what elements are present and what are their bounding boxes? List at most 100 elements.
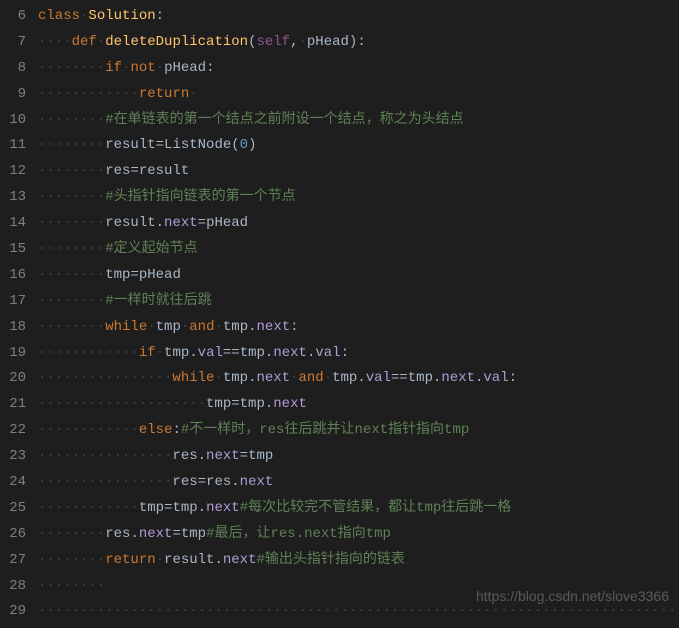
line-number: 25 (4, 496, 26, 522)
token-op: . (198, 448, 206, 464)
token-prop: val (198, 345, 223, 361)
token-self: self (256, 34, 290, 50)
token-ws: ············ (38, 422, 139, 438)
token-ws: ················ (38, 370, 172, 386)
token-ident: tmp (105, 267, 130, 283)
token-cmt: #定义起始节点 (105, 241, 197, 257)
token-cmt: #头指针指向链表的第一个节点 (105, 189, 295, 205)
token-op: = (240, 448, 248, 464)
code-line[interactable]: ········#一样时就往后跳 (38, 289, 679, 315)
code-line[interactable]: ········while·tmp·and·tmp.next: (38, 315, 679, 341)
code-line[interactable]: ········res.next=tmp#最后，让res.next指向tmp (38, 522, 679, 548)
line-number: 14 (4, 211, 26, 237)
line-number: 28 (4, 574, 26, 600)
line-number: 19 (4, 341, 26, 367)
token-prop: val (366, 370, 391, 386)
code-line[interactable]: ········res=result (38, 159, 679, 185)
token-ident: tmp (139, 500, 164, 516)
token-ident: result (139, 163, 189, 179)
token-op: . (214, 552, 222, 568)
token-cls: Solution (88, 8, 155, 24)
token-ident: tmp (156, 319, 181, 335)
token-ident: pHead (164, 60, 206, 76)
code-line[interactable]: ············return· (38, 82, 679, 108)
token-prop: next (164, 215, 198, 231)
token-prop: val (315, 345, 340, 361)
code-line[interactable]: ············if·tmp.val==tmp.next.val: (38, 341, 679, 367)
code-line[interactable]: ················while·tmp.next·and·tmp.v… (38, 366, 679, 392)
token-cmt: #不一样时，res往后跳并让next指针指向tmp (181, 422, 469, 438)
token-kw: while (172, 370, 214, 386)
code-line[interactable]: ········result.next=pHead (38, 211, 679, 237)
token-fn: deleteDuplication (105, 34, 248, 50)
code-editor[interactable]: 6789101112131415161718192021222324252627… (0, 0, 679, 628)
line-number: 15 (4, 237, 26, 263)
token-ident: tmp (223, 319, 248, 335)
token-kw: not (130, 60, 155, 76)
token-ident: res (172, 448, 197, 464)
code-line[interactable]: ········································… (38, 599, 679, 625)
token-ident: tmp (332, 370, 357, 386)
code-line[interactable]: ········#头指针指向链表的第一个节点 (38, 185, 679, 211)
line-number: 12 (4, 159, 26, 185)
code-line[interactable]: ········ (38, 574, 679, 600)
token-paren: ) (248, 137, 256, 153)
token-kw: and (189, 319, 214, 335)
token-ws: ········ (38, 319, 105, 335)
code-area[interactable]: class·Solution:····def·deleteDuplication… (34, 0, 679, 628)
token-ident: res (105, 526, 130, 542)
line-number: 29 (4, 599, 26, 625)
token-ident: tmp (408, 370, 433, 386)
line-number: 13 (4, 185, 26, 211)
code-line[interactable]: ········result=ListNode(0) (38, 133, 679, 159)
token-op: = (130, 163, 138, 179)
line-number: 16 (4, 263, 26, 289)
token-op: . (231, 474, 239, 490)
token-ident: result (105, 137, 155, 153)
token-ws: ···················· (38, 396, 206, 412)
token-ws: ········ (38, 526, 105, 542)
code-line[interactable]: ········#定义起始节点 (38, 237, 679, 263)
token-ident: res (105, 163, 130, 179)
line-number: 26 (4, 522, 26, 548)
code-line[interactable]: ················res=res.next (38, 470, 679, 496)
line-number: 23 (4, 444, 26, 470)
token-op: . (156, 215, 164, 231)
token-op: : (341, 345, 349, 361)
token-ident: pHead (139, 267, 181, 283)
token-op: = (172, 526, 180, 542)
token-ws: ················ (38, 448, 172, 464)
token-op: : (290, 319, 298, 335)
token-op: : (357, 34, 365, 50)
token-prop: next (257, 319, 291, 335)
code-line[interactable]: ····················tmp=tmp.next (38, 392, 679, 418)
code-line[interactable]: ····def·deleteDuplication(self,·pHead): (38, 30, 679, 56)
code-line[interactable]: ········return·result.next#输出头指针指向的链表 (38, 548, 679, 574)
code-line[interactable]: ················res.next=tmp (38, 444, 679, 470)
token-op: : (172, 422, 180, 438)
token-param: pHead (307, 34, 349, 50)
token-kw: and (298, 370, 323, 386)
line-number: 24 (4, 470, 26, 496)
token-kw: while (105, 319, 147, 335)
token-ident: tmp (181, 526, 206, 542)
token-ident: ListNode (164, 137, 231, 153)
token-op: . (357, 370, 365, 386)
code-line[interactable]: ············tmp=tmp.next#每次比较完不管结果，都让tmp… (38, 496, 679, 522)
code-line[interactable]: ········#在单链表的第一个结点之前附设一个结点，称之为头结点 (38, 108, 679, 134)
token-ws: · (189, 86, 197, 102)
line-number: 8 (4, 56, 26, 82)
code-line[interactable]: ········tmp=pHead (38, 263, 679, 289)
token-ws: ········ (38, 578, 105, 594)
line-number: 10 (4, 108, 26, 134)
line-number: 17 (4, 289, 26, 315)
token-op: : (509, 370, 517, 386)
token-ws: · (97, 34, 105, 50)
token-ident: res (172, 474, 197, 490)
token-prop: next (206, 448, 240, 464)
code-line[interactable]: ············else:#不一样时，res往后跳并让next指针指向t… (38, 418, 679, 444)
token-kw: return (139, 86, 189, 102)
code-line[interactable]: class·Solution: (38, 4, 679, 30)
code-line[interactable]: ········if·not·pHead: (38, 56, 679, 82)
token-op: = (130, 267, 138, 283)
